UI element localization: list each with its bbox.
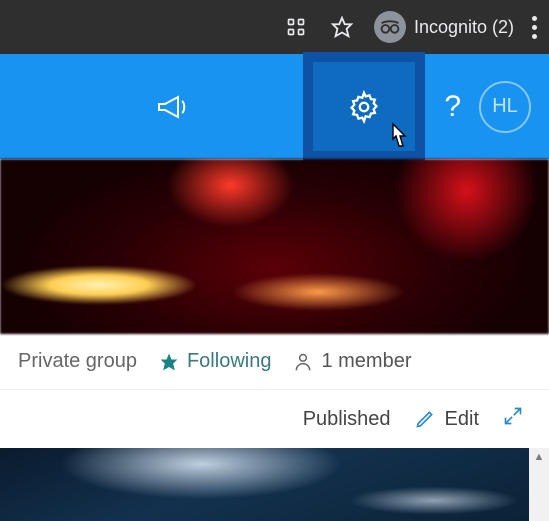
incognito-icon xyxy=(374,11,406,43)
content-hero-image xyxy=(0,448,529,521)
help-button[interactable]: ? xyxy=(444,90,461,124)
incognito-indicator[interactable]: Incognito (2) xyxy=(374,11,514,43)
browser-menu-icon[interactable] xyxy=(532,16,537,39)
edit-button[interactable]: Edit xyxy=(415,408,479,431)
incognito-label: Incognito (2) xyxy=(414,17,514,38)
star-filled-icon xyxy=(159,352,179,372)
scroll-up-icon[interactable]: ▲ xyxy=(529,448,549,465)
pencil-icon xyxy=(415,409,435,429)
person-icon xyxy=(293,351,313,373)
avatar[interactable]: HL xyxy=(479,81,531,133)
gear-icon xyxy=(347,90,381,124)
megaphone-icon[interactable] xyxy=(146,80,200,134)
group-privacy-label: Private group xyxy=(18,350,137,373)
qr-icon[interactable] xyxy=(282,13,310,41)
vertical-scrollbar[interactable]: ▲ xyxy=(529,448,549,521)
avatar-initials: HL xyxy=(492,95,518,118)
page-status-label: Published xyxy=(303,408,391,431)
follow-label: Following xyxy=(187,350,271,373)
content-area: ▲ xyxy=(0,448,549,521)
site-hero-image xyxy=(0,159,549,334)
members-link[interactable]: 1 member xyxy=(293,350,411,373)
expand-icon xyxy=(503,406,523,426)
cursor-pointer-icon xyxy=(383,122,411,154)
site-info-row: Private group Following 1 member xyxy=(0,334,549,390)
edit-label: Edit xyxy=(445,408,479,431)
follow-toggle[interactable]: Following xyxy=(159,350,271,373)
suite-header: ? HL xyxy=(0,54,549,159)
settings-button-highlighted[interactable] xyxy=(303,52,425,161)
page-action-row: Published Edit xyxy=(0,390,549,448)
expand-button[interactable] xyxy=(503,406,523,432)
bookmark-star-icon[interactable] xyxy=(328,13,356,41)
members-label: 1 member xyxy=(321,350,411,373)
browser-chrome: Incognito (2) xyxy=(0,0,549,54)
